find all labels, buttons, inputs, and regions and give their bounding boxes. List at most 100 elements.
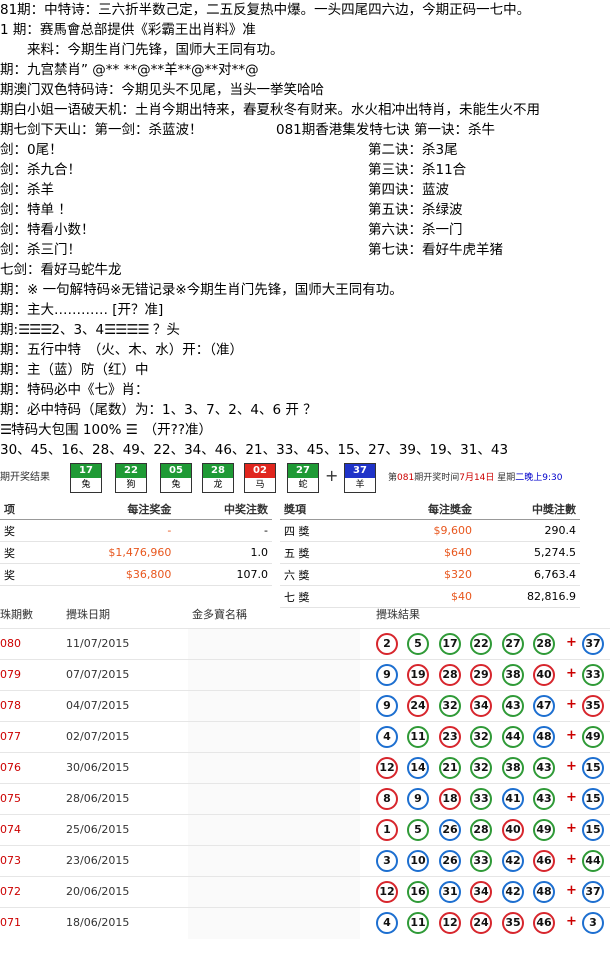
draw-name-cell xyxy=(188,846,360,877)
draw-ball: 33 xyxy=(470,788,492,810)
plus-icon: + xyxy=(566,852,577,867)
draw-ball: 40 xyxy=(533,664,555,686)
draw-name-cell xyxy=(188,722,360,753)
draw-date: 30/06/2015 xyxy=(66,761,130,774)
result-bar-label: 期开奖结果 xyxy=(0,472,50,483)
draw-ball: 26 xyxy=(439,819,461,841)
prize-row: 六 獎 $320 6,763.4 xyxy=(280,563,580,586)
text-line: 剑：杀九合！ xyxy=(0,162,81,178)
text-line: 第六诀：杀一门 xyxy=(368,222,463,238)
plus-icon: + xyxy=(566,666,577,681)
draw-ball: 10 xyxy=(407,850,429,872)
draw-ball: 48 xyxy=(533,881,555,903)
draw-ball: 18 xyxy=(439,788,461,810)
text-line: 期：特码必中《七》肖： xyxy=(0,382,149,398)
text-line: 30、45、16、28、49、22、34、46、21、33、45、15、27、3… xyxy=(0,442,509,458)
draw-issue: 080 xyxy=(0,637,21,650)
draw-special-ball: 35 xyxy=(582,695,604,717)
draw-special-ball: 3 xyxy=(582,912,604,934)
draw-issue: 072 xyxy=(0,885,21,898)
plus-icon: + xyxy=(566,883,577,898)
plus-icon: + xyxy=(566,635,577,650)
draw-ball: 23 xyxy=(439,726,461,748)
draw-ball: 32 xyxy=(470,726,492,748)
draw-date: 28/06/2015 xyxy=(66,792,130,805)
draw-ball: 46 xyxy=(533,850,555,872)
draw-ball: 27 xyxy=(502,633,524,655)
draw-name-cell xyxy=(188,815,360,846)
draw-row: 079 07/07/2015 9 19 28 29 38 40 +33 xyxy=(0,659,610,691)
result-ball: 05 兔 xyxy=(160,463,192,493)
result-ball: 02 马 xyxy=(244,463,276,493)
draw-ball: 26 xyxy=(439,850,461,872)
draw-ball: 24 xyxy=(470,912,492,934)
draw-special-ball: 15 xyxy=(582,819,604,841)
draw-ball: 11 xyxy=(407,726,429,748)
draw-date: 23/06/2015 xyxy=(66,854,130,867)
text-line: 期七剑下天山：第一剑：杀蓝波！ xyxy=(0,122,203,138)
prize-row: 奖 - - xyxy=(0,519,272,542)
text-line: 期：九宫禁肖” @** **@**羊**@**对**@ xyxy=(0,62,259,78)
draw-ball: 33 xyxy=(470,850,492,872)
draw-ball: 4 xyxy=(376,726,398,748)
text-line: 剑：0尾！ xyxy=(0,142,63,158)
prize-row: 五 獎 $640 5,274.5 xyxy=(280,541,580,564)
draw-ball: 40 xyxy=(502,819,524,841)
draw-name-cell xyxy=(188,660,360,691)
draw-special-ball: 33 xyxy=(582,664,604,686)
text-line: 081期香港集发特七诀 第一诀：杀牛 xyxy=(276,122,496,138)
draw-ball: 34 xyxy=(470,881,492,903)
draw-date: 04/07/2015 xyxy=(66,699,130,712)
prize-row: 奖 $36,800 107.0 xyxy=(0,563,272,586)
text-line: 期：主大………… [开？准] xyxy=(0,302,164,318)
draw-issue: 071 xyxy=(0,916,21,929)
draw-special-ball: 15 xyxy=(582,757,604,779)
text-line: 剑：特单 ！ xyxy=(0,202,72,218)
draw-name-cell xyxy=(188,691,360,722)
draw-ball: 3 xyxy=(376,850,398,872)
text-line: 81期：中特诗：三六折半数己定，二五反复热中爆。一头四尾四六边，今期正码一七中。 xyxy=(0,2,531,18)
text-line: 第二诀：杀3尾 xyxy=(368,142,458,158)
draw-special-ball: 44 xyxy=(582,850,604,872)
plus-icon: + xyxy=(325,466,339,485)
draw-date: 20/06/2015 xyxy=(66,885,130,898)
draw-ball: 5 xyxy=(407,633,429,655)
text-line: 期：五行中特 （火、木、水）开：（准） xyxy=(0,342,243,358)
plus-icon: + xyxy=(566,821,577,836)
draw-date: 07/07/2015 xyxy=(66,668,130,681)
draw-name-cell xyxy=(188,753,360,784)
prize-row: 四 獎 $9,600 290.4 xyxy=(280,519,580,542)
text-line: 剑：特看小数！ xyxy=(0,222,95,238)
draw-ball: 35 xyxy=(502,912,524,934)
text-line: 剑：杀羊 xyxy=(0,182,54,198)
draw-ball: 49 xyxy=(533,819,555,841)
draw-info: 第081期开奖时间7月14日 星期二晚上9:30 xyxy=(388,473,563,483)
prize-table-right: 獎項 每注獎金 中獎注數 四 獎 $9,600 290.4 五 獎 $640 5… xyxy=(280,498,580,608)
draw-ball: 8 xyxy=(376,788,398,810)
draw-ball: 2 xyxy=(376,633,398,655)
text-line: 第五诀：杀绿波 xyxy=(368,202,463,218)
text-line: 七剑：看好马蛇牛龙 xyxy=(0,262,122,278)
draw-issue: 078 xyxy=(0,699,21,712)
draw-ball: 14 xyxy=(407,757,429,779)
draw-ball: 47 xyxy=(533,695,555,717)
text-line: 期白小姐一语破天机：土肖今期出特来，春夏秋冬有财来。水火相冲出特肖，未能生火不用 xyxy=(0,102,540,118)
prize-table-left: 项 每注奖金 中奖注数 奖 - - 奖 $1,476,960 1.0 奖 $36… xyxy=(0,498,272,586)
draw-ball: 38 xyxy=(502,664,524,686)
draw-name-cell xyxy=(188,908,360,939)
draw-special-ball: 37 xyxy=(582,881,604,903)
draw-row: 073 23/06/2015 3 10 26 33 42 46 +44 xyxy=(0,845,610,877)
draw-ball: 44 xyxy=(502,726,524,748)
draw-ball: 34 xyxy=(470,695,492,717)
draw-ball: 1 xyxy=(376,819,398,841)
draw-ball: 17 xyxy=(439,633,461,655)
draw-ball: 9 xyxy=(376,695,398,717)
prize-tables: 项 每注奖金 中奖注数 奖 - - 奖 $1,476,960 1.0 奖 $36… xyxy=(0,498,610,608)
result-ball: 17 兔 xyxy=(70,463,102,493)
draw-ball: 43 xyxy=(533,788,555,810)
plus-icon: + xyxy=(566,697,577,712)
draw-ball: 12 xyxy=(376,757,398,779)
draw-ball: 22 xyxy=(470,633,492,655)
text-line: 期：主（蓝）防（红）中 xyxy=(0,362,149,378)
draw-ball: 24 xyxy=(407,695,429,717)
